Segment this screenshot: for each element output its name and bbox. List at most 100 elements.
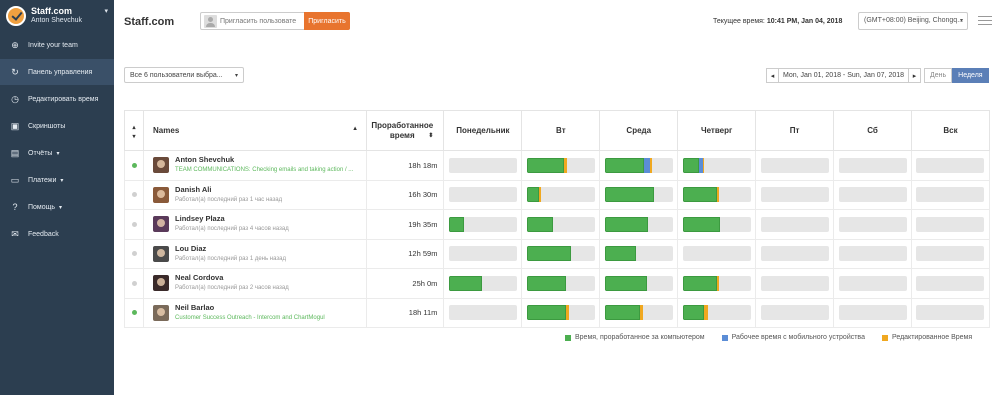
day-progress-bar[interactable] <box>760 187 829 203</box>
day-cell <box>677 238 757 269</box>
user-name[interactable]: Danish Ali <box>175 185 282 195</box>
day-progress-bar[interactable] <box>604 246 673 262</box>
edited-time-segment <box>704 305 709 321</box>
day-progress-bar[interactable] <box>916 275 985 291</box>
chevron-down-icon: ▾ <box>959 18 963 24</box>
day-progress-bar[interactable] <box>838 246 907 262</box>
date-range-value[interactable]: Mon, Jan 01, 2018 - Sun, Jan 07, 2018 <box>779 68 909 83</box>
day-progress-bar[interactable] <box>760 157 829 173</box>
day-progress-bar[interactable] <box>526 157 595 173</box>
sidebar-item-4[interactable]: ▤ Отчёты ▾ <box>0 140 114 166</box>
next-week-button[interactable]: ▸ <box>908 68 922 83</box>
day-progress-bar[interactable] <box>448 305 517 321</box>
sidebar-item-7[interactable]: ✉ Feedback <box>0 221 114 247</box>
table-row[interactable]: Lindsey Plaza Работал(а) последний раз 4 … <box>123 209 991 240</box>
sidebar-item-2[interactable]: ◷ Редактировать время <box>0 86 114 112</box>
day-progress-bar[interactable] <box>604 275 673 291</box>
day-progress-bar[interactable] <box>838 216 907 232</box>
day-progress-bar[interactable] <box>916 187 985 203</box>
day-progress-bar[interactable] <box>838 187 907 203</box>
sidebar-item-1[interactable]: ↻ Панель управления <box>0 59 114 85</box>
day-progress-bar[interactable] <box>526 187 595 203</box>
users-filter-select[interactable]: Все 6 пользователи выбра... ▾ <box>124 67 244 83</box>
sidebar-item-3[interactable]: ▣ Скриншоты <box>0 113 114 139</box>
card-icon: ▭ <box>10 174 20 185</box>
day-cell <box>599 268 679 299</box>
day-header: Среда <box>599 110 679 151</box>
chevron-down-icon: ▾ <box>59 204 63 211</box>
users-filter-value: Все 6 пользователи выбра... <box>130 72 223 79</box>
day-progress-bar[interactable] <box>838 157 907 173</box>
view-day-button[interactable]: День <box>924 68 953 83</box>
day-progress-bar[interactable] <box>760 216 829 232</box>
status-sort-header[interactable]: ▴ ▾ <box>123 110 145 151</box>
day-progress-bar[interactable] <box>604 157 673 173</box>
user-name[interactable]: Neal Cordova <box>175 273 289 283</box>
day-progress-bar[interactable] <box>448 275 517 291</box>
names-header[interactable]: Names ▲ <box>143 110 368 151</box>
user-name[interactable]: Neil Barlao <box>175 303 325 313</box>
table-row[interactable]: Neil Barlao Customer Success Outreach - I… <box>123 297 991 328</box>
account-menu[interactable]: Staff.com Anton Shevchuk ▾ <box>0 0 114 32</box>
day-progress-bar[interactable] <box>448 187 517 203</box>
sidebar-item-label: Invite your team <box>28 41 78 49</box>
day-progress-bar[interactable] <box>916 246 985 262</box>
edited-time-segment <box>564 157 567 173</box>
day-cell <box>833 179 912 210</box>
day-cell <box>833 209 912 240</box>
day-progress-bar[interactable] <box>448 157 517 173</box>
day-progress-bar[interactable] <box>916 216 985 232</box>
day-progress-bar[interactable] <box>838 275 907 291</box>
day-progress-bar[interactable] <box>682 305 751 321</box>
names-header-label: Names <box>153 126 180 135</box>
sidebar-item-5[interactable]: ▭ Платежи ▾ <box>0 167 114 193</box>
day-progress-bar[interactable] <box>682 246 751 262</box>
day-progress-bar[interactable] <box>916 305 985 321</box>
edited-time-segment <box>566 305 569 321</box>
edited-time-segment <box>716 275 720 291</box>
user-name[interactable]: Lou Diaz <box>175 244 286 254</box>
day-cell <box>599 209 679 240</box>
computer-time-segment <box>604 216 649 232</box>
day-progress-bar[interactable] <box>604 187 673 203</box>
sidebar-item-6[interactable]: ? Помощь ▾ <box>0 194 114 220</box>
timezone-select[interactable]: (GMT+08:00) Beijing, Chongq... ▾ <box>858 12 968 30</box>
day-progress-bar[interactable] <box>448 246 517 262</box>
day-progress-bar[interactable] <box>526 305 595 321</box>
table-row[interactable]: Anton Shevchuk TEAM COMMUNICATIONS: Check… <box>123 150 991 181</box>
online-status-dot <box>131 280 137 286</box>
day-progress-bar[interactable] <box>448 216 517 232</box>
day-progress-bar[interactable] <box>760 275 829 291</box>
day-progress-bar[interactable] <box>604 305 673 321</box>
day-progress-bar[interactable] <box>760 246 829 262</box>
sidebar-item-0[interactable]: ⊕ Invite your team <box>0 32 114 58</box>
table-row[interactable]: Neal Cordova Работал(а) последний раз 2 ч… <box>123 268 991 299</box>
day-progress-bar[interactable] <box>682 187 751 203</box>
prev-week-button[interactable]: ◂ <box>766 68 779 83</box>
day-progress-bar[interactable] <box>916 157 985 173</box>
sidebar-item-label: Редактировать время <box>28 95 99 103</box>
day-progress-bar[interactable] <box>604 216 673 232</box>
view-week-button[interactable]: Неделя <box>952 68 989 83</box>
online-status-dot <box>131 192 137 198</box>
day-progress-bar[interactable] <box>760 305 829 321</box>
day-progress-bar[interactable] <box>682 157 751 173</box>
settings-sliders-icon[interactable] <box>978 16 992 27</box>
invite-button[interactable]: Пригласить <box>304 12 350 30</box>
legend-item: Редактированное Время <box>881 334 972 341</box>
day-progress-bar[interactable] <box>682 275 751 291</box>
day-progress-bar[interactable] <box>682 216 751 232</box>
clock-edit-icon: ◷ <box>11 93 19 104</box>
day-progress-bar[interactable] <box>526 246 595 262</box>
chevron-down-icon: ▾ <box>234 73 238 79</box>
user-name[interactable]: Lindsey Plaza <box>175 214 289 224</box>
user-name[interactable]: Anton Shevchuk <box>175 155 353 165</box>
table-row[interactable]: Danish Ali Работал(а) последний раз 1 час… <box>123 179 991 210</box>
user-cell: Anton Shevchuk TEAM COMMUNICATIONS: Check… <box>143 150 368 181</box>
computer-time-segment <box>526 305 567 321</box>
time-header[interactable]: Проработанное время ⬍ <box>366 110 445 151</box>
table-row[interactable]: Lou Diaz Работал(а) последний раз 1 день … <box>123 238 991 269</box>
day-progress-bar[interactable] <box>526 216 595 232</box>
day-progress-bar[interactable] <box>838 305 907 321</box>
day-progress-bar[interactable] <box>526 275 595 291</box>
